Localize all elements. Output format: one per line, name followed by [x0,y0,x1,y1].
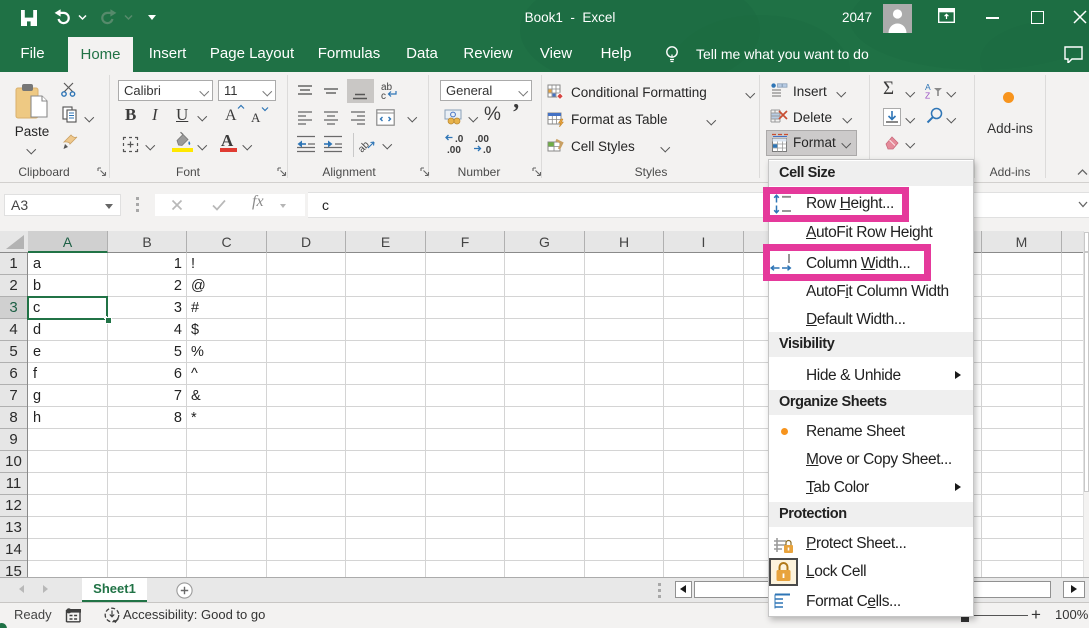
svg-text:.00: .00 [475,134,489,145]
svg-text:.0: .0 [483,145,492,155]
svg-text:Z: Z [925,91,930,100]
svg-text:c: c [381,91,386,101]
svg-text:.0: .0 [455,134,464,145]
svg-text:.00: .00 [447,145,461,155]
